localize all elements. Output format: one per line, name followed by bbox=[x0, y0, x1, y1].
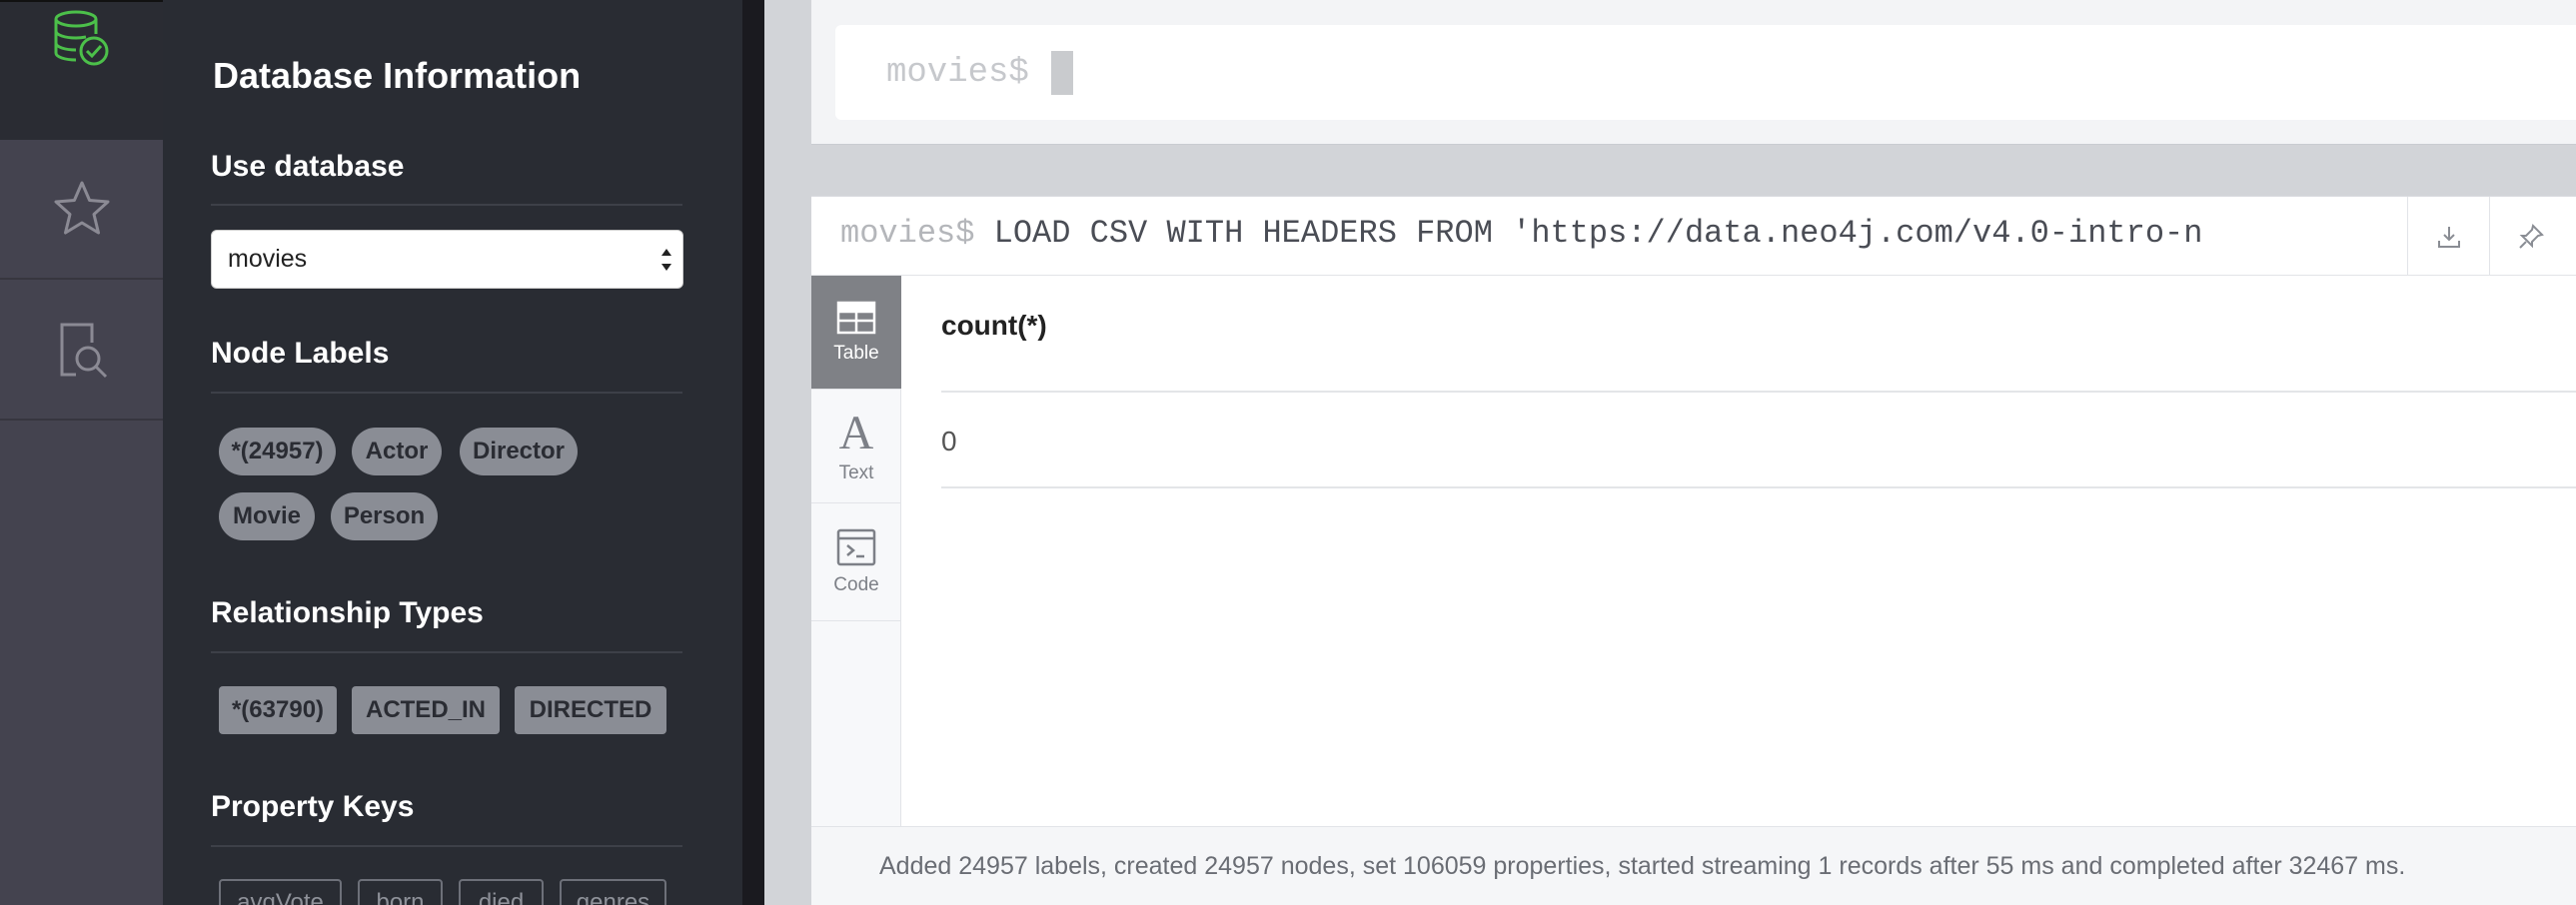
node-label-chip[interactable]: Director bbox=[460, 428, 578, 475]
frame-header: movies$ LOAD CSV WITH HEADERS FROM 'http… bbox=[811, 197, 2576, 276]
node-label-chip[interactable]: Movie bbox=[219, 492, 315, 540]
database-select-value: movies bbox=[228, 245, 308, 273]
property-key-tag[interactable]: avgVote bbox=[219, 879, 342, 905]
frame-prompt: movies$ bbox=[840, 215, 975, 252]
table-icon bbox=[836, 301, 876, 334]
section-divider bbox=[211, 651, 682, 653]
relationship-type-tag[interactable]: ACTED_IN bbox=[352, 686, 500, 734]
text-icon: A bbox=[839, 409, 874, 454]
view-tabs: Table A Text Code bbox=[811, 276, 901, 905]
database-select[interactable]: movies bbox=[211, 230, 683, 289]
pin-icon bbox=[2518, 223, 2544, 249]
section-divider bbox=[211, 845, 682, 847]
cypher-editor[interactable]: movies$ bbox=[835, 25, 2576, 120]
node-labels-heading: Node Labels bbox=[211, 337, 390, 370]
status-bar: Added 24957 labels, created 24957 nodes,… bbox=[811, 826, 2576, 905]
drawer-divider[interactable] bbox=[742, 0, 764, 905]
database-check-icon bbox=[54, 10, 108, 66]
property-key-tag[interactable]: genres bbox=[560, 879, 666, 905]
svg-text:A: A bbox=[839, 409, 874, 454]
table-column-header: count(*) bbox=[941, 310, 1047, 341]
frame-command-text: LOAD CSV WITH HEADERS FROM 'https://data… bbox=[993, 215, 2204, 252]
select-arrows-icon bbox=[661, 249, 671, 271]
relationship-type-tag[interactable]: DIRECTED bbox=[515, 686, 666, 734]
guides-button[interactable] bbox=[0, 281, 163, 421]
editor-prompt: movies$ bbox=[886, 53, 1029, 92]
tab-code[interactable]: Code bbox=[811, 503, 901, 621]
favorites-button[interactable] bbox=[0, 140, 163, 280]
tab-text-label: Text bbox=[838, 461, 874, 483]
relationship-type-tag[interactable]: *(63790) bbox=[219, 686, 337, 734]
editor-bar: movies$ bbox=[811, 0, 2576, 145]
database-info-button[interactable] bbox=[0, 0, 163, 140]
tab-code-label: Code bbox=[833, 573, 879, 595]
star-icon bbox=[54, 181, 109, 235]
section-divider bbox=[211, 204, 682, 206]
property-key-tag[interactable]: born bbox=[358, 879, 443, 905]
property-key-tag[interactable]: died bbox=[459, 879, 544, 905]
node-label-chip[interactable]: Actor bbox=[352, 428, 442, 475]
tab-text[interactable]: A Text bbox=[811, 390, 901, 503]
tab-table-label: Table bbox=[833, 342, 879, 364]
download-button[interactable] bbox=[2407, 197, 2489, 276]
tab-table[interactable]: Table bbox=[811, 276, 901, 390]
document-search-icon bbox=[60, 323, 107, 379]
icon-rail bbox=[0, 0, 163, 905]
database-drawer: Database Information Use database movies… bbox=[163, 0, 742, 905]
node-label-chip[interactable]: *(24957) bbox=[219, 428, 336, 475]
table-cell: 0 bbox=[941, 426, 957, 456]
result-frame: movies$ LOAD CSV WITH HEADERS FROM 'http… bbox=[811, 196, 2576, 905]
code-icon bbox=[836, 528, 876, 565]
use-database-heading: Use database bbox=[211, 150, 405, 183]
section-divider bbox=[211, 392, 682, 394]
status-message: Added 24957 labels, created 24957 nodes,… bbox=[879, 852, 2406, 880]
table-divider bbox=[941, 391, 2576, 393]
frame-command[interactable]: movies$ LOAD CSV WITH HEADERS FROM 'http… bbox=[840, 215, 2204, 252]
property-keys-heading: Property Keys bbox=[211, 790, 415, 823]
table-divider bbox=[941, 486, 2576, 488]
download-icon bbox=[2437, 226, 2460, 248]
editor-cursor bbox=[1050, 50, 1073, 95]
pin-button[interactable] bbox=[2489, 197, 2571, 276]
drawer-title: Database Information bbox=[213, 55, 582, 96]
relationship-types-heading: Relationship Types bbox=[211, 596, 484, 629]
node-label-chip[interactable]: Person bbox=[331, 492, 438, 540]
